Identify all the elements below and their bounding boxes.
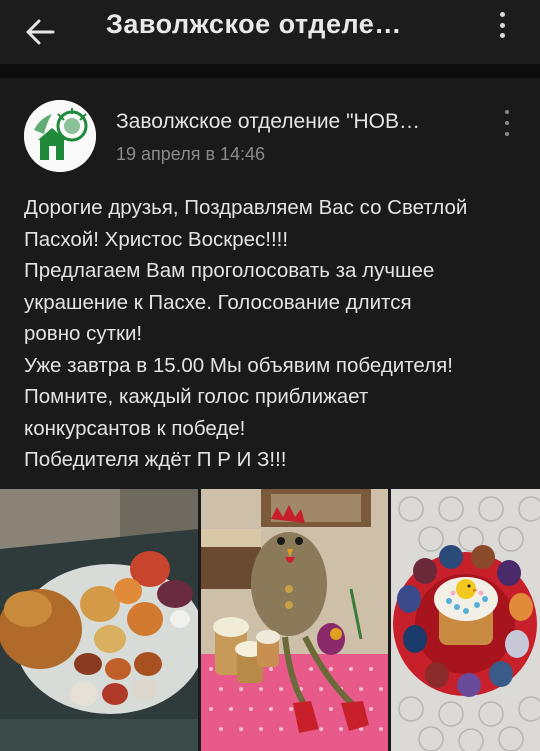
post-text-line: Помните, каждый голос приближает: [24, 385, 369, 408]
post-text-line: Победителя ждёт П Р И З!!!: [24, 448, 287, 471]
post-text-line: конкурсантов к победе!: [24, 416, 246, 440]
photo-grid: [0, 489, 540, 751]
post-text: Дорогие друзья, Поздравляем Вас со Светл…: [24, 192, 524, 476]
top-bar: Заволжское отделе…: [0, 0, 540, 64]
more-dot: [505, 121, 509, 125]
avatar[interactable]: [24, 100, 96, 172]
post-text-line: Дорогие друзья, Поздравляем Вас со Светл…: [24, 196, 468, 219]
more-dot: [505, 132, 509, 136]
post-text-line: Предлагаем Вам проголосовать за лучшее: [24, 259, 435, 282]
more-dot: [499, 22, 505, 28]
post-date: 19 апреля в 14:46: [116, 144, 266, 164]
arrow-left-icon: [26, 19, 55, 45]
more-vertical-icon: [505, 110, 509, 114]
more-vertical-icon: [499, 12, 505, 17]
organization-logo-icon: [24, 100, 96, 172]
photo-easter-table[interactable]: [0, 489, 198, 751]
photo-easter-kulich-image: [391, 489, 540, 751]
post-text-line: Уже завтра в 15.00 Мы объявим победителя…: [24, 353, 453, 377]
post-text-line: украшение к Пасхе. Голосование длится: [24, 290, 412, 314]
back-button[interactable]: [18, 12, 62, 52]
post-menu-button[interactable]: [500, 110, 514, 136]
photo-easter-rooster[interactable]: [201, 489, 388, 751]
post-text-line: ровно сутки!: [24, 322, 143, 345]
post-author[interactable]: Заволжское отделение "НОВ…: [116, 110, 456, 134]
page-title: Заволжское отделе…: [106, 9, 402, 39]
photo-easter-rooster-image: [201, 489, 388, 751]
photo-easter-kulich[interactable]: [391, 489, 540, 751]
photo-easter-table-image: [0, 489, 198, 751]
divider: [0, 64, 540, 78]
post-card: Заволжское отделение "НОВ… 19 апреля в 1…: [0, 78, 540, 751]
post-text-line: Пасхой! Христос Воскрес!!!!: [24, 227, 289, 251]
more-dot: [499, 33, 505, 38]
top-menu-button[interactable]: [492, 10, 512, 40]
